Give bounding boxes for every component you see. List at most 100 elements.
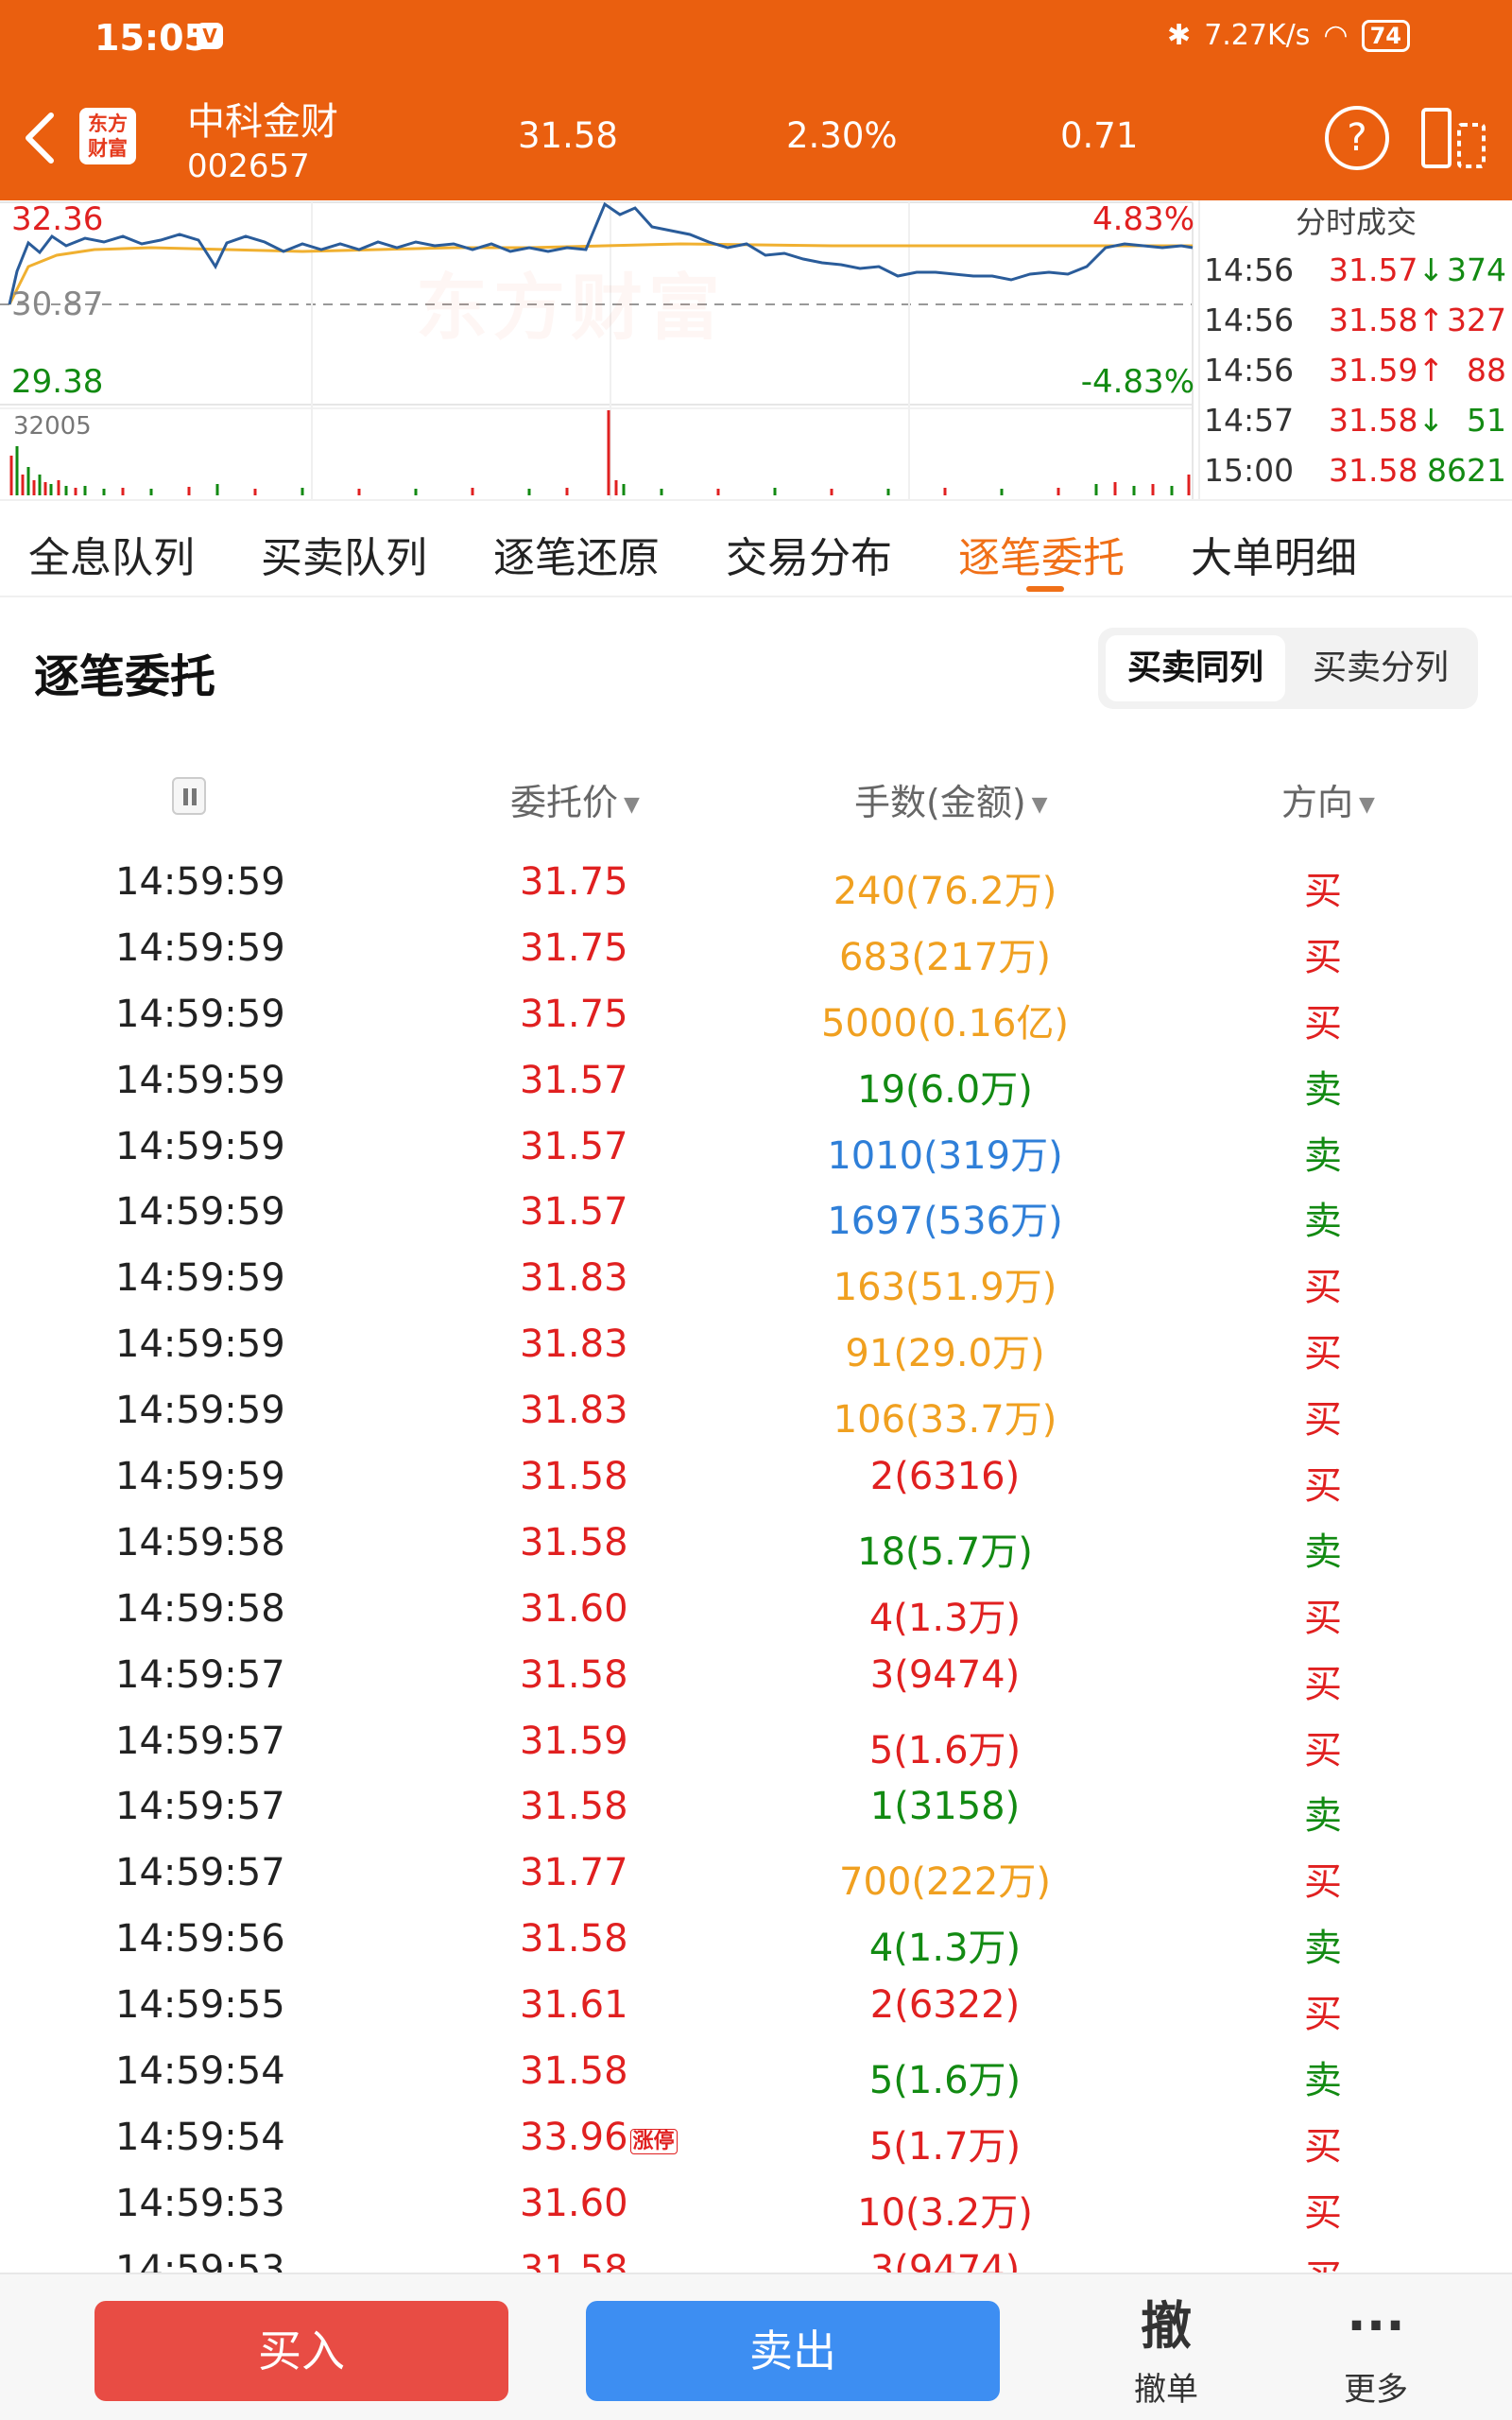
battery-icon: 74 [1361,19,1410,52]
trade-time: 15:00 [1204,452,1295,489]
column-volume-header[interactable]: 手数(金额) ▼ [854,773,1048,825]
tab-full-queue[interactable]: 全息队列 [28,524,195,584]
order-row: 14:59:59 31.57 1010(319万) 卖 [0,1117,1512,1184]
order-price-value: 31.60 [520,2181,628,2225]
toggle-split-column[interactable]: 买卖分列 [1291,635,1470,701]
order-volume-value: 163(51.9万) [833,1266,1057,1310]
order-volume-value: 1010(319万) [827,1133,1063,1178]
order-time: 14:59:55 [115,1983,285,2028]
order-row: 14:59:59 31.75 683(217万) 买 [0,919,1512,985]
column-price-header[interactable]: 委托价 ▼ [510,773,640,825]
order-row: 14:59:59 31.75 5000(0.16亿) 买 [0,985,1512,1051]
intraday-chart[interactable]: 东方财富 32.36 30.87 29.38 4.83% -4.83% 3200… [0,200,1198,499]
order-time: 14:59:59 [115,1455,285,1499]
order-volume-value: 4(1.3万) [868,1927,1022,1971]
trade-price: 31.57↓ [1329,251,1444,288]
order-volume-value: 3(9474) [869,2247,1021,2273]
order-price: 31.77 [520,1851,628,1894]
wifi-icon: ◠ [1323,19,1349,52]
order-price: 31.58 [520,2049,628,2093]
trade-direction-arrow-icon: ↓ [1418,402,1445,439]
sort-caret-icon: ▼ [1359,793,1375,817]
more-button[interactable]: ··· 更多 [1310,2290,1442,2410]
order-price-value: 31.58 [520,1520,628,1564]
tab-tick-orders[interactable]: 逐笔委托 [958,524,1125,584]
order-price-value: 31.57 [520,1124,628,1168]
order-time: 14:59:59 [115,1124,285,1168]
order-time: 14:59:59 [115,1058,285,1102]
tab-trade-distribution[interactable]: 交易分布 [726,524,892,584]
chart-low-label: 29.38 [11,363,104,401]
buy-button[interactable]: 买入 [94,2301,508,2401]
trade-price-value: 31.58 [1329,402,1418,439]
back-arrow-icon[interactable] [21,110,59,166]
order-price: 31.58 [520,1653,628,1697]
order-row: 14:59:59 31.58 2(6316) 买 [0,1447,1512,1513]
order-direction: 买 [1304,1860,1342,1905]
toggle-same-column[interactable]: 买卖同列 [1106,635,1285,701]
order-price-value: 31.57 [520,1190,628,1235]
order-price: 31.59 [520,1720,628,1763]
order-row: 14:59:54 31.58 5(1.6万) 卖 [0,2042,1512,2108]
watermark: 东方财富 [416,266,726,350]
trade-price-value: 31.57 [1329,251,1418,288]
cancel-order-label: 撤单 [1134,2371,1198,2409]
order-row: 14:59:57 31.77 700(222万) 买 [0,1843,1512,1910]
trade-price: 31.59↑ [1329,352,1444,389]
order-direction: 卖 [1304,1200,1342,1244]
app-header: 15:05 V ✱ 7.27K/s ◠ 74 东方 财富 中科金财 002657… [0,0,1512,200]
help-icon[interactable]: ? [1325,106,1389,170]
order-price-value: 31.75 [520,860,628,904]
order-direction: 买 [1304,2190,1342,2235]
broker-logo: 东方 财富 [79,108,136,164]
order-direction: 买 [1304,870,1342,913]
time-sales-panel[interactable]: 分时成交 14:56 31.57↓ 374 14:56 31.58↑ 327 14:56 31… [1198,200,1512,499]
order-time: 14:59:57 [115,1851,285,1895]
column-direction-header[interactable]: 方向 ▼ [1281,773,1375,825]
order-row: 14:59:59 31.57 1697(536万) 卖 [0,1183,1512,1249]
stock-name[interactable]: 中科金财 [187,91,338,146]
order-volume-value: 5000(0.16亿) [820,1001,1070,1046]
chart-prev-close-label: 30.87 [11,285,104,323]
order-time: 14:59:58 [115,1586,285,1631]
trade-volume: 88 [1467,352,1506,389]
order-time: 14:59:57 [115,1719,285,1763]
trade-time: 14:56 [1204,352,1295,389]
volume-bars [9,410,1191,495]
sort-caret-icon: ▼ [1031,793,1048,817]
stock-code: 002657 [187,147,310,185]
cancel-icon: 撤 [1141,2296,1192,2356]
trade-volume: 51 [1467,402,1506,439]
trade-volume: 374 [1447,251,1506,288]
net-speed: 7.27K/s [1204,19,1311,52]
order-price: 31.75 [520,993,628,1036]
order-price: 31.75 [520,860,628,904]
limit-up-badge: 涨停 [629,2128,678,2154]
time-sales-row: 14:56 31.57↓ 374 [1200,244,1512,294]
logo-line2: 财富 [88,137,128,160]
order-price-value: 31.83 [520,1256,628,1301]
trade-time: 14:56 [1204,302,1295,338]
cancel-order-button[interactable]: 撤 撤单 [1100,2290,1232,2410]
tab-large-orders[interactable]: 大单明细 [1191,524,1357,584]
tab-tick-restore[interactable]: 逐笔还原 [493,524,660,584]
trade-price-value: 31.58 [1329,302,1418,338]
order-price: 31.83 [520,1256,628,1300]
order-time: 14:59:56 [115,1917,285,1962]
order-price: 31.57 [520,1059,628,1102]
order-row: 14:59:55 31.61 2(6322) 买 [0,1976,1512,2042]
trade-direction-arrow-icon: ↓ [1418,251,1445,288]
pause-icon[interactable] [172,777,206,815]
order-price: 31.83 [520,1322,628,1366]
screen-switch-icon[interactable] [1418,106,1489,170]
order-list[interactable]: 14:59:59 31.75 240(76.2万) 买 14:59:59 31.75 683… [0,853,1512,2273]
sell-button[interactable]: 卖出 [586,2301,1000,2401]
order-price: 31.58 [520,1455,628,1498]
order-time: 14:59:57 [115,1652,285,1697]
tab-bid-ask-queue[interactable]: 买卖队列 [261,524,427,584]
order-row: 14:59:53 31.58 3(9474) 买 [0,2240,1512,2273]
order-volume-value: 19(6.0万) [857,1067,1033,1112]
order-price: 31.58 [520,2248,628,2273]
order-volume-value: 106(33.7万) [833,1398,1057,1443]
order-volume-value: 1697(536万) [827,1200,1063,1244]
